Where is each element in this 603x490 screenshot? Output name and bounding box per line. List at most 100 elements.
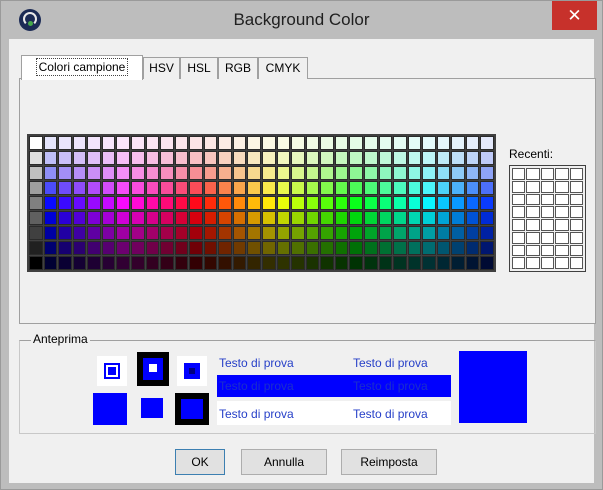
color-swatch[interactable] (232, 226, 247, 240)
color-swatch[interactable] (116, 166, 130, 180)
color-swatch[interactable] (320, 196, 334, 210)
color-swatch[interactable] (87, 196, 101, 210)
color-swatch[interactable] (160, 211, 174, 225)
recent-color-swatch[interactable] (555, 168, 569, 180)
recent-color-swatch[interactable] (540, 180, 555, 193)
color-swatch[interactable] (305, 241, 320, 255)
color-swatch[interactable] (101, 256, 116, 270)
color-swatch[interactable] (189, 241, 203, 255)
color-swatch[interactable] (262, 181, 276, 195)
color-swatch[interactable] (436, 226, 451, 240)
color-swatch[interactable] (436, 241, 451, 255)
color-swatch[interactable] (174, 211, 189, 225)
color-swatch[interactable] (422, 196, 436, 210)
tab-cmyk[interactable]: CMYK (258, 57, 308, 79)
color-swatch[interactable] (291, 241, 305, 255)
recent-colors-grid[interactable] (509, 165, 586, 272)
color-swatch[interactable] (145, 226, 160, 240)
color-swatch[interactable] (480, 136, 494, 150)
color-swatch[interactable] (218, 181, 232, 195)
recent-color-swatch[interactable] (526, 193, 540, 206)
recent-color-swatch[interactable] (540, 231, 555, 244)
color-swatch[interactable] (203, 151, 218, 165)
color-swatch[interactable] (58, 136, 72, 150)
color-swatch[interactable] (43, 151, 58, 165)
color-swatch[interactable] (218, 211, 232, 225)
color-swatch[interactable] (291, 196, 305, 210)
recent-color-swatch[interactable] (540, 219, 555, 231)
color-swatch[interactable] (276, 241, 291, 255)
color-swatch[interactable] (363, 166, 378, 180)
color-swatch[interactable] (87, 151, 101, 165)
color-swatch[interactable] (58, 196, 72, 210)
color-swatch[interactable] (189, 181, 203, 195)
color-swatch[interactable] (422, 241, 436, 255)
color-swatch[interactable] (422, 166, 436, 180)
color-swatch[interactable] (145, 166, 160, 180)
color-swatch[interactable] (160, 151, 174, 165)
color-swatch[interactable] (58, 226, 72, 240)
color-swatch[interactable] (203, 226, 218, 240)
color-swatch[interactable] (160, 196, 174, 210)
color-swatch[interactable] (276, 211, 291, 225)
color-swatch[interactable] (480, 166, 494, 180)
color-swatch[interactable] (218, 256, 232, 270)
color-swatch[interactable] (247, 166, 261, 180)
color-swatch[interactable] (43, 166, 58, 180)
color-swatch[interactable] (334, 241, 349, 255)
color-swatch[interactable] (465, 256, 480, 270)
color-swatch[interactable] (276, 136, 291, 150)
recent-color-swatch[interactable] (555, 206, 569, 218)
color-swatch[interactable] (189, 211, 203, 225)
color-swatch[interactable] (72, 196, 87, 210)
recent-color-swatch[interactable] (526, 180, 540, 193)
recent-color-swatch[interactable] (569, 193, 583, 206)
color-swatch[interactable] (436, 181, 451, 195)
color-swatch[interactable] (378, 181, 393, 195)
color-swatch[interactable] (465, 241, 480, 255)
color-swatch[interactable] (247, 151, 261, 165)
color-swatch[interactable] (101, 136, 116, 150)
color-swatch[interactable] (218, 136, 232, 150)
color-swatch[interactable] (480, 211, 494, 225)
color-swatch[interactable] (203, 181, 218, 195)
color-swatch[interactable] (160, 241, 174, 255)
color-swatch[interactable] (130, 136, 145, 150)
color-swatch[interactable] (305, 226, 320, 240)
cancel-button[interactable]: Annulla (241, 449, 327, 475)
color-swatch[interactable] (334, 211, 349, 225)
color-swatch[interactable] (203, 256, 218, 270)
color-swatch[interactable] (422, 226, 436, 240)
color-swatch[interactable] (422, 151, 436, 165)
color-swatch[interactable] (305, 151, 320, 165)
color-swatch[interactable] (160, 166, 174, 180)
color-swatch[interactable] (480, 181, 494, 195)
color-swatch[interactable] (232, 256, 247, 270)
color-swatch[interactable] (378, 241, 393, 255)
color-swatch[interactable] (262, 256, 276, 270)
color-swatch[interactable] (189, 226, 203, 240)
color-swatch[interactable] (393, 241, 407, 255)
color-swatch[interactable] (334, 166, 349, 180)
color-swatch[interactable] (189, 151, 203, 165)
color-swatch[interactable] (29, 166, 43, 180)
color-swatch[interactable] (160, 256, 174, 270)
color-swatch[interactable] (232, 211, 247, 225)
recent-color-swatch[interactable] (526, 244, 540, 257)
color-swatch[interactable] (203, 166, 218, 180)
color-swatch[interactable] (305, 211, 320, 225)
color-swatch[interactable] (87, 241, 101, 255)
color-swatch[interactable] (480, 196, 494, 210)
recent-color-swatch[interactable] (512, 231, 526, 244)
color-swatch[interactable] (465, 196, 480, 210)
color-swatch[interactable] (407, 136, 422, 150)
color-swatch[interactable] (29, 151, 43, 165)
color-swatch[interactable] (451, 211, 465, 225)
color-swatch[interactable] (393, 166, 407, 180)
color-swatch[interactable] (451, 226, 465, 240)
color-swatch[interactable] (174, 166, 189, 180)
color-swatch[interactable] (451, 256, 465, 270)
color-swatch[interactable] (422, 181, 436, 195)
color-swatch[interactable] (218, 196, 232, 210)
color-swatch[interactable] (363, 211, 378, 225)
